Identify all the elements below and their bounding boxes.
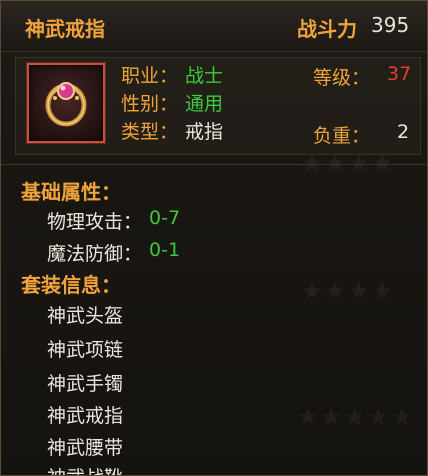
set-piece-item: 神武手镯 [47,373,124,395]
level-label: 等级： [313,67,371,89]
set-piece-item: 神武戒指 [47,405,124,427]
section-divider [1,164,427,165]
class-value: 战士 [185,65,224,87]
set-info-title: 套装信息： [21,273,121,297]
set-piece-item: 神武头盔 [47,305,124,327]
stat-value: 0-1 [149,239,181,261]
background-ghost-stars: ★★★★ [301,277,396,305]
item-tooltip: ▢ ▢ ▢ ▢ ★★★★ ★★★★ ★★★★★ 神武戒指 战斗力 395 职业：… [0,0,428,476]
stat-value: 0-7 [149,207,181,229]
combat-power-value: 395 [371,13,410,37]
set-piece-item: 神武腰带 [47,437,124,459]
level-value: 37 [387,63,412,85]
set-piece-item: 神武战靴 [47,463,123,475]
type-value: 戒指 [185,121,224,143]
weight-label: 负重： [313,125,371,147]
class-label: 职业： [121,65,179,87]
ring-icon [45,82,87,127]
type-label: 类型： [121,121,179,143]
tooltip-header: 神武戒指 战斗力 395 [1,1,427,52]
stat-name: 魔法防御： [47,243,143,265]
stat-name: 物理攻击： [47,211,143,233]
weight-value: 2 [397,121,410,143]
gender-value: 通用 [185,93,224,115]
item-icon-slot [27,63,105,143]
background-ghost-stars: ★★★★★ [297,403,415,431]
base-attributes-title: 基础属性： [21,180,121,204]
gender-label: 性别： [121,93,179,115]
set-piece-item: 神武项链 [47,339,124,361]
combat-power-label: 战斗力 [297,17,357,41]
item-name: 神武戒指 [25,17,105,41]
